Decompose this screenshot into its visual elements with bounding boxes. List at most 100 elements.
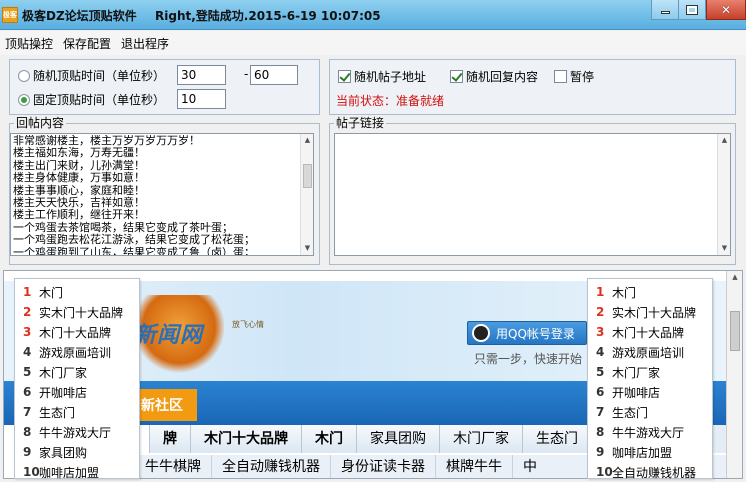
- reply-line: 一个鸡蛋跑到了山东，结果它变成了鲁（卤）蛋；: [13, 245, 255, 256]
- scroll-down-icon[interactable]: ▼: [302, 243, 313, 254]
- reply-line: 楼主工作顺利，继往开来！: [13, 208, 145, 222]
- random-time-option[interactable]: 随机顶贴时间（单位秒）: [18, 67, 165, 84]
- suggestion-list-right: 1 木门 2 实木门十大品牌 3 木门十大品牌 4 游戏原画培训 5 木门厂家 6 开咖啡店 7 生态门 8…: [587, 278, 713, 482]
- fixed-time-option[interactable]: 固定顶贴时间（单位秒）: [18, 91, 165, 108]
- keyword-link[interactable]: 身份证读卡器: [330, 455, 435, 478]
- random-link-option[interactable]: 随机帖子地址: [338, 68, 426, 85]
- scroll-up-icon[interactable]: ▲: [730, 273, 740, 281]
- suggestion-text: 开咖啡店: [39, 385, 88, 400]
- random-time-to-input[interactable]: [250, 65, 298, 85]
- random-reply-label: 随机回复内容: [466, 70, 539, 84]
- suggestion-text: 游戏原画培训: [612, 345, 685, 360]
- fixed-time-radio[interactable]: [18, 93, 30, 106]
- suggestion-rank: 3: [596, 325, 605, 339]
- suggestion-list-left: 1 木门 2 实木门十大品牌 3 木门十大品牌 4 游戏原画培训 5 木门厂家 6 开咖啡店 7 生态门 8…: [14, 278, 140, 482]
- suggestion-rank: 8: [23, 425, 32, 439]
- scroll-up-icon[interactable]: ▲: [302, 135, 313, 146]
- qq-login-button[interactable]: 用QQ帐号登录: [467, 321, 587, 345]
- suggestion-rank: 8: [596, 425, 605, 439]
- range-dash: -: [244, 67, 249, 81]
- scroll-down-icon[interactable]: ▼: [719, 243, 730, 254]
- minimize-button[interactable]: [651, 0, 679, 20]
- keyword-link[interactable]: 牛牛棋牌: [134, 455, 211, 478]
- suggestion-text: 木门厂家: [39, 365, 88, 380]
- keyword-link[interactable]: 棋牌牛牛: [435, 455, 512, 478]
- suggestion-rank: 10: [596, 465, 613, 479]
- keyword-link[interactable]: 中: [512, 455, 547, 478]
- suggestion-item[interactable]: 5 木门厂家: [23, 362, 87, 382]
- suggestion-text: 生态门: [39, 405, 76, 420]
- suggestion-item[interactable]: 8 牛牛游戏大厅: [23, 422, 111, 442]
- suggestion-text: 木门十大品牌: [39, 325, 112, 340]
- keyword-link[interactable]: 生态门: [522, 425, 591, 453]
- suggestion-item[interactable]: 7 生态门: [23, 402, 75, 422]
- suggestion-text: 木门: [612, 285, 637, 300]
- random-reply-checkbox[interactable]: [450, 70, 463, 83]
- post-links-legend: 帖子链接: [334, 116, 387, 130]
- menu-item-exit[interactable]: 退出程序: [121, 35, 169, 52]
- suggestion-item[interactable]: 1 木门: [596, 282, 636, 302]
- suggestion-rank: 5: [23, 365, 32, 379]
- suggestion-item[interactable]: 1 木门: [23, 282, 63, 302]
- random-link-checkbox[interactable]: [338, 70, 351, 83]
- keyword-link[interactable]: 木门十大品牌: [190, 425, 301, 453]
- suggestion-item[interactable]: 4 游戏原画培训: [23, 342, 111, 362]
- suggestion-text: 开咖啡店: [612, 385, 661, 400]
- close-icon: ✕: [720, 2, 732, 17]
- suggestion-item[interactable]: 8 牛牛游戏大厅: [596, 422, 684, 442]
- keyword-link[interactable]: 家具团购: [356, 425, 439, 453]
- maximize-button[interactable]: [679, 0, 706, 20]
- reply-content-textarea[interactable]: 非常感谢楼主，楼主万岁万岁万万岁！ 楼主福如东海，万寿无疆！ 楼主出门来财，儿孙满堂…: [10, 133, 314, 256]
- suggestion-item[interactable]: 5 木门厂家: [596, 362, 660, 382]
- suggestion-item[interactable]: 9 咖啡店加盟: [596, 442, 672, 462]
- scroll-up-icon[interactable]: ▲: [719, 135, 730, 146]
- reply-content-lines: 非常感谢楼主，楼主万岁万岁万万岁！ 楼主福如东海，万寿无疆！ 楼主出门来财，儿孙满堂…: [13, 135, 299, 256]
- qq-login-hint: 只需一步，快速开始: [474, 352, 583, 366]
- suggestion-item[interactable]: 6 开咖啡店: [23, 382, 87, 402]
- suggestion-rank: 4: [23, 345, 32, 359]
- suggestion-item[interactable]: 7 生态门: [596, 402, 648, 422]
- site-logo: 新闻网: [134, 323, 204, 348]
- reply-line: 一个鸡蛋跑去松花江游泳，结果它变成了松花蛋；: [13, 233, 255, 247]
- random-time-from-input[interactable]: [177, 65, 226, 85]
- keyword-link[interactable]: 木门: [301, 425, 356, 453]
- qq-login-label: 用QQ帐号登录: [496, 326, 575, 341]
- pause-label: 暂停: [570, 70, 595, 84]
- suggestion-item[interactable]: 9 家具团购: [23, 442, 87, 462]
- suggestion-rank: 2: [596, 305, 605, 319]
- reply-scroll-thumb[interactable]: [303, 164, 312, 188]
- suggestion-rank: 2: [23, 305, 32, 319]
- suggestion-item[interactable]: 6 开咖啡店: [596, 382, 660, 402]
- suggestion-item[interactable]: 4 游戏原画培训: [596, 342, 684, 362]
- random-reply-option[interactable]: 随机回复内容: [450, 68, 538, 85]
- keyword-link[interactable]: 木门厂家: [439, 425, 522, 453]
- suggestion-rank: 10: [23, 465, 40, 479]
- menu-item-control[interactable]: 顶贴操控: [5, 35, 53, 52]
- suggestion-item[interactable]: 10 全自动赚钱机器: [596, 462, 696, 482]
- suggestion-item[interactable]: 2 实木门十大品牌: [596, 302, 696, 322]
- post-links-textarea[interactable]: ▲ ▼: [334, 133, 731, 256]
- links-scrollbar[interactable]: ▲ ▼: [717, 134, 730, 255]
- keyword-link[interactable]: 全自动赚钱机器: [211, 455, 330, 478]
- suggestion-item[interactable]: 3 木门十大品牌: [23, 322, 111, 342]
- random-time-radio[interactable]: [18, 69, 30, 82]
- suggestion-text: 牛牛游戏大厅: [39, 425, 112, 440]
- title-bar[interactable]: 极客 极客DZ论坛顶贴软件 Right,登陆成功.2015-6-19 10:07…: [0, 0, 746, 30]
- app-icon: 极客: [2, 7, 18, 23]
- pause-checkbox[interactable]: [554, 70, 567, 83]
- app-window: 极客 极客DZ论坛顶贴软件 Right,登陆成功.2015-6-19 10:07…: [0, 0, 746, 482]
- suggestion-item[interactable]: 3 木门十大品牌: [596, 322, 684, 342]
- menu-item-save-config[interactable]: 保存配置: [63, 35, 111, 52]
- close-button[interactable]: ✕: [706, 0, 746, 20]
- suggestion-text: 生态门: [612, 405, 649, 420]
- suggestion-text: 实木门十大品牌: [39, 305, 124, 320]
- keyword-link[interactable]: 牌: [149, 425, 190, 453]
- reply-scrollbar[interactable]: ▲ ▼: [300, 134, 313, 255]
- suggestion-item[interactable]: 2 实木门十大品牌: [23, 302, 123, 322]
- fixed-time-input[interactable]: [177, 89, 226, 109]
- suggestion-item[interactable]: 10 咖啡店加盟: [23, 462, 99, 482]
- browser-scroll-thumb[interactable]: [730, 311, 740, 351]
- login-status-title: Right,登陆成功.2015-6-19 10:07:05: [155, 9, 381, 23]
- pause-option[interactable]: 暂停: [554, 68, 594, 85]
- browser-scrollbar[interactable]: ▲: [726, 271, 742, 478]
